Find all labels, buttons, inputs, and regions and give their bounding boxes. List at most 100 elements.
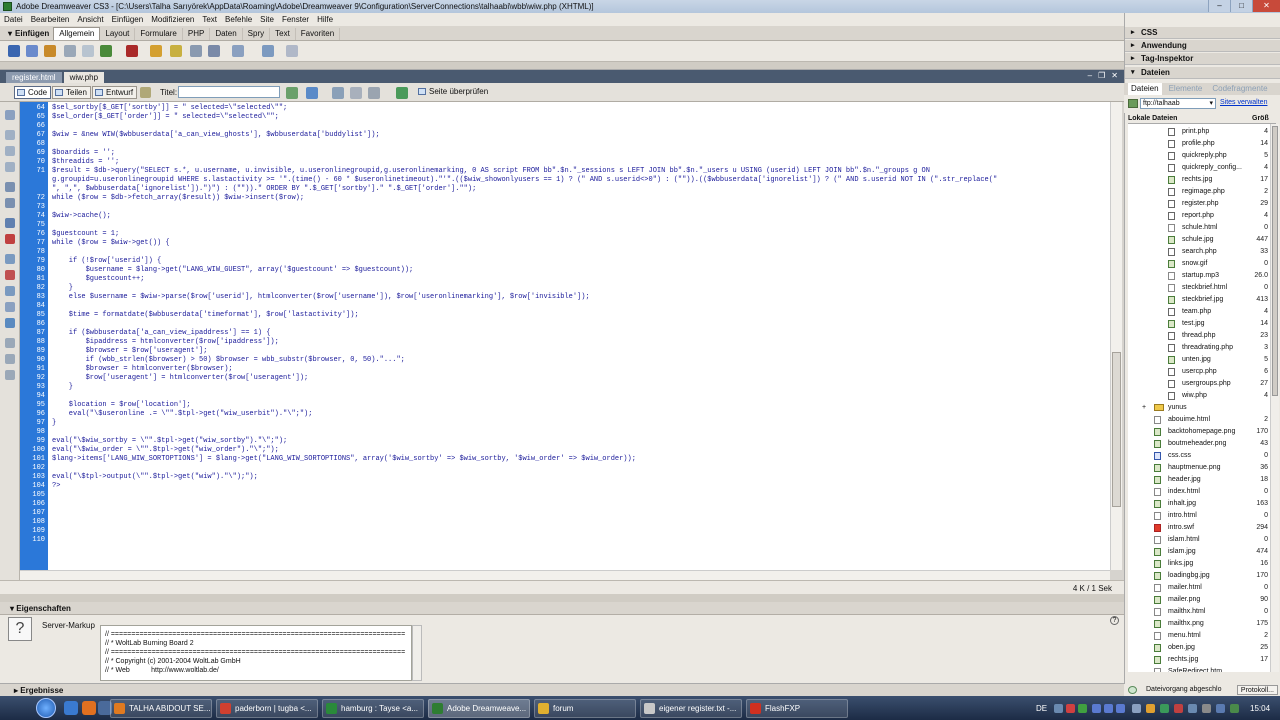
ie-quicklaunch-icon[interactable]: [64, 701, 78, 715]
panel-css[interactable]: ▸ CSS: [1125, 27, 1280, 39]
file-item[interactable]: wiw.php 4: [1128, 390, 1270, 402]
file-item[interactable]: unten.jpg 5: [1128, 354, 1270, 366]
tab-formulare[interactable]: Formulare: [135, 28, 183, 40]
server-markup-code[interactable]: // =====================================…: [100, 625, 412, 681]
indent-code-icon[interactable]: [5, 338, 15, 348]
taskbar-button[interactable]: paderborn | tugba <...: [216, 699, 318, 718]
minimize-button[interactable]: –: [1208, 0, 1230, 12]
file-item[interactable]: schule.jpg 447: [1128, 234, 1270, 246]
file-item[interactable]: search.php 33: [1128, 246, 1270, 258]
email-link-icon[interactable]: [26, 45, 38, 57]
file-item[interactable]: register.php 29: [1128, 198, 1270, 210]
snippet-scrollbar[interactable]: [412, 625, 422, 681]
file-item[interactable]: mailer.png 90: [1128, 594, 1270, 606]
doc-close-icon[interactable]: ✕: [1111, 71, 1118, 80]
recent-snippets-icon[interactable]: [5, 302, 15, 312]
outdent-code-icon[interactable]: [5, 354, 15, 364]
highlight-invalid-icon[interactable]: [5, 234, 15, 244]
browser-preview-icon[interactable]: [306, 87, 318, 99]
site-dropdown[interactable]: ftp://talhaab ▾: [1140, 98, 1216, 109]
tab-spry[interactable]: Spry: [243, 28, 271, 40]
file-item[interactable]: header.jpg 18: [1128, 474, 1270, 486]
properties-panel-header[interactable]: ▾ Eigenschaften: [0, 602, 1124, 615]
images-icon[interactable]: [100, 45, 112, 57]
tab-codefragmente[interactable]: Codefragmente: [1209, 83, 1270, 95]
visual-aids-icon[interactable]: [368, 87, 380, 99]
hyperlink-icon[interactable]: [8, 45, 20, 57]
file-item[interactable]: index.html 0: [1128, 486, 1270, 498]
tab-daten[interactable]: Daten: [210, 28, 243, 40]
doc-tab-register[interactable]: register.html: [6, 72, 62, 83]
close-button[interactable]: ✕: [1252, 0, 1280, 12]
file-item[interactable]: boutmeheader.png 43: [1128, 438, 1270, 450]
file-transfer-icon[interactable]: [396, 87, 408, 99]
tray-icon[interactable]: [1054, 704, 1063, 713]
menu-modifizieren[interactable]: Modifizieren: [151, 15, 194, 24]
doc-minimize-icon[interactable]: –: [1088, 71, 1092, 80]
editor-horizontal-scrollbar[interactable]: [20, 570, 1110, 580]
start-button[interactable]: [36, 698, 56, 718]
file-item[interactable]: mailthx.png 175: [1128, 618, 1270, 630]
menu-bearbeiten[interactable]: Bearbeiten: [31, 15, 70, 24]
format-source-icon[interactable]: [5, 370, 15, 380]
file-item[interactable]: print.php 4: [1128, 126, 1270, 138]
table-icon[interactable]: [64, 45, 76, 57]
comment-icon[interactable]: [190, 45, 202, 57]
design-view-button[interactable]: Entwurf: [92, 86, 138, 99]
file-item[interactable]: oben.jpg 25: [1128, 642, 1270, 654]
tab-dateien[interactable]: Dateien: [1128, 83, 1162, 95]
file-item[interactable]: mailer.html 0: [1128, 582, 1270, 594]
panel-divider[interactable]: [0, 62, 1124, 70]
move-css-icon[interactable]: [5, 318, 15, 328]
remove-comment-icon[interactable]: [5, 270, 15, 280]
firefox-quicklaunch-icon[interactable]: [82, 701, 96, 715]
live-data-icon[interactable]: [140, 87, 151, 98]
tag-chooser-icon[interactable]: [286, 45, 298, 57]
media-next-icon[interactable]: [1116, 704, 1125, 713]
file-item[interactable]: islam.html 0: [1128, 534, 1270, 546]
menu-befehle[interactable]: Befehle: [225, 15, 252, 24]
menu-ansicht[interactable]: Ansicht: [77, 15, 103, 24]
split-view-button[interactable]: Teilen: [52, 86, 91, 99]
insert-bar-title[interactable]: ▾ Einfügen: [0, 29, 53, 40]
taskbar-button[interactable]: Adobe Dreamweave...: [428, 699, 530, 718]
tab-text[interactable]: Text: [270, 28, 296, 40]
apply-comment-icon[interactable]: [5, 254, 15, 264]
scroll-thumb[interactable]: [1112, 352, 1121, 507]
tray-icon[interactable]: [1132, 704, 1141, 713]
file-item[interactable]: SafeRedirect.htm: [1128, 666, 1270, 672]
tray-icon[interactable]: [1160, 704, 1169, 713]
file-item[interactable]: regimage.php 2: [1128, 186, 1270, 198]
maximize-button[interactable]: □: [1230, 0, 1252, 12]
doc-restore-icon[interactable]: ❐: [1098, 71, 1105, 80]
file-item[interactable]: menu.html 2: [1128, 630, 1270, 642]
file-item[interactable]: profile.php 14: [1128, 138, 1270, 150]
file-item[interactable]: threadrating.php 3: [1128, 342, 1270, 354]
file-item[interactable]: loadingbg.jpg 170: [1128, 570, 1270, 582]
taskbar-button[interactable]: hamburg : Tayse <a...: [322, 699, 424, 718]
check-page-button[interactable]: Seite überprüfen: [416, 86, 491, 99]
collapse-selection-icon[interactable]: [5, 146, 15, 156]
file-item[interactable]: report.php 4: [1128, 210, 1270, 222]
wrap-tag-icon[interactable]: [5, 286, 15, 296]
tab-allgemein[interactable]: Allgemein: [53, 27, 101, 40]
code-editor[interactable]: $sel_sortby[$_GET['sortby']] = " selecte…: [48, 102, 1110, 570]
file-item[interactable]: steckbrief.jpg 413: [1128, 294, 1270, 306]
tray-icon[interactable]: [1078, 704, 1087, 713]
taskbar-button[interactable]: eigener register.txt -...: [640, 699, 742, 718]
tray-icon[interactable]: [1174, 704, 1183, 713]
file-item[interactable]: snow.gif 0: [1128, 258, 1270, 270]
file-item[interactable]: test.jpg 14: [1128, 318, 1270, 330]
file-item[interactable]: hauptmenue.png 36: [1128, 462, 1270, 474]
panel-tag-inspektor[interactable]: ▸ Tag-Inspektor: [1125, 53, 1280, 65]
tab-layout[interactable]: Layout: [100, 28, 136, 40]
manage-sites-link[interactable]: Sites verwalten: [1220, 99, 1267, 106]
file-item[interactable]: schule.html 0: [1128, 222, 1270, 234]
doc-tab-wiw[interactable]: wiw.php: [63, 72, 105, 83]
file-item[interactable]: usergroups.php 27: [1128, 378, 1270, 390]
tray-icon[interactable]: [1146, 704, 1155, 713]
file-item[interactable]: islam.jpg 474: [1128, 546, 1270, 558]
file-item[interactable]: mailthx.html 0: [1128, 606, 1270, 618]
menu-einfuegen[interactable]: Einfügen: [112, 15, 144, 24]
refresh-icon[interactable]: [332, 87, 344, 99]
